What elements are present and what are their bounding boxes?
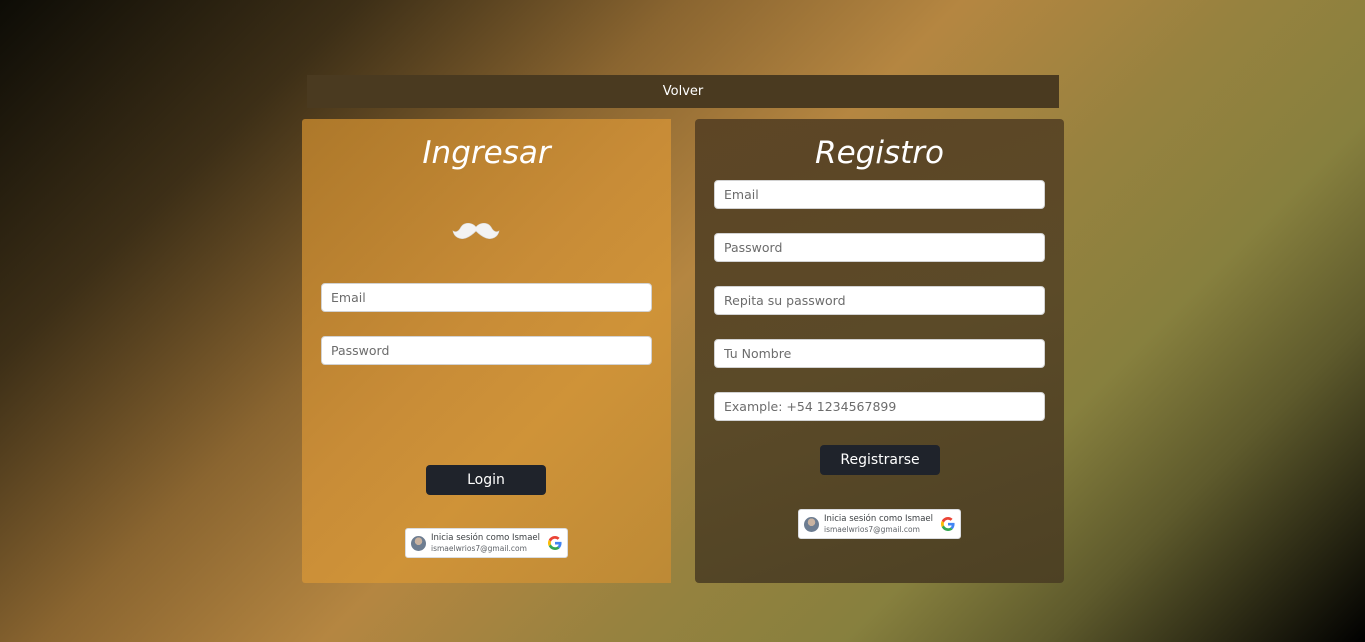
register-phone-input[interactable] [714,392,1045,421]
back-button[interactable]: Volver [307,75,1059,108]
register-repeat-password-input[interactable] [714,286,1045,315]
user-avatar [804,516,819,532]
google-account-name: Inicia sesión como Ismael [431,533,541,543]
google-signin-button-register[interactable]: Inicia sesión como Ismael ismaelwrios7@g… [798,509,961,539]
register-button[interactable]: Registrarse [820,445,940,475]
register-password-input[interactable] [714,233,1045,262]
google-account-text: Inicia sesión como Ismael ismaelwrios7@g… [431,534,548,552]
register-panel: Registro Registrarse Inicia sesión como … [695,119,1064,583]
mustache-icon [452,222,500,239]
register-email-input[interactable] [714,180,1045,209]
user-avatar [411,535,426,551]
google-account-email: ismaelwrios7@gmail.com [824,524,920,534]
google-account-text: Inicia sesión como Ismael ismaelwrios7@g… [824,515,941,533]
google-signin-button[interactable]: Inicia sesión como Ismael ismaelwrios7@g… [405,528,568,558]
google-account-email: ismaelwrios7@gmail.com [431,543,527,553]
register-title: Registro [815,135,944,171]
google-g-icon [941,517,955,531]
google-account-name: Inicia sesión como Ismael [824,514,934,524]
login-password-input[interactable] [321,336,652,365]
login-email-input[interactable] [321,283,652,312]
login-title: Ingresar [422,135,551,171]
login-panel: Ingresar Login Inicia sesión como Ismael… [302,119,671,583]
login-button[interactable]: Login [426,465,546,495]
back-button-label: Volver [662,84,704,99]
register-name-input[interactable] [714,339,1045,368]
google-g-icon [548,536,562,550]
